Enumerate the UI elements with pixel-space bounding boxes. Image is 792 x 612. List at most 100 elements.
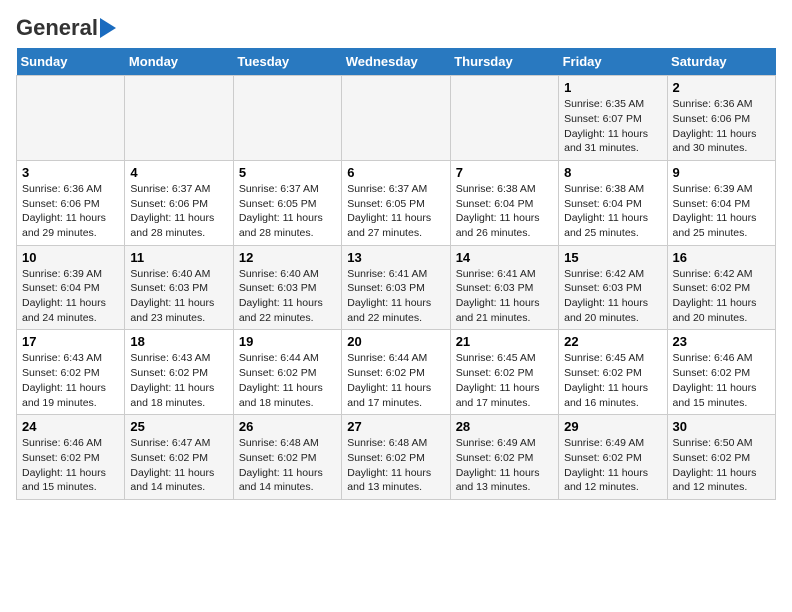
day-number: 7 [456, 165, 553, 180]
calendar-cell: 8Sunrise: 6:38 AMSunset: 6:04 PMDaylight… [559, 160, 667, 245]
day-info: Sunrise: 6:45 AMSunset: 6:02 PMDaylight:… [564, 351, 661, 410]
calendar-header-row: SundayMondayTuesdayWednesdayThursdayFrid… [17, 48, 776, 76]
day-number: 20 [347, 334, 444, 349]
day-number: 30 [673, 419, 770, 434]
day-info: Sunrise: 6:48 AMSunset: 6:02 PMDaylight:… [239, 436, 336, 495]
calendar-cell: 25 Sunrise: 6:47 AMSunset: 6:02 PMDayligh… [125, 415, 233, 500]
calendar-table: SundayMondayTuesdayWednesdayThursdayFrid… [16, 48, 776, 500]
day-info: Sunrise: 6:42 AMSunset: 6:02 PMDaylight:… [673, 267, 770, 326]
calendar-cell: 30Sunrise: 6:50 AMSunset: 6:02 PMDayligh… [667, 415, 775, 500]
day-number: 13 [347, 250, 444, 265]
day-number: 29 [564, 419, 661, 434]
logo-arrow-icon [100, 18, 116, 38]
calendar-cell: 12Sunrise: 6:40 AMSunset: 6:03 PMDayligh… [233, 245, 341, 330]
day-number: 24 [22, 419, 119, 434]
calendar-cell: 19 Sunrise: 6:44 AMSunset: 6:02 PMDayligh… [233, 330, 341, 415]
calendar-cell: 2 Sunrise: 6:36 AMSunset: 6:06 PMDaylight… [667, 76, 775, 161]
day-info: Sunrise: 6:47 AMSunset: 6:02 PMDaylight:… [130, 436, 227, 495]
calendar-cell: 28 Sunrise: 6:49 AMSunset: 6:02 PMDayligh… [450, 415, 558, 500]
calendar-cell [342, 76, 450, 161]
calendar-cell [450, 76, 558, 161]
day-info: Sunrise: 6:36 AMSunset: 6:06 PMDaylight:… [673, 97, 770, 156]
calendar-week-4: 17 Sunrise: 6:43 AMSunset: 6:02 PMDayligh… [17, 330, 776, 415]
calendar-week-1: 1Sunrise: 6:35 AMSunset: 6:07 PMDaylight… [17, 76, 776, 161]
day-info: Sunrise: 6:37 AMSunset: 6:05 PMDaylight:… [347, 182, 444, 241]
day-number: 26 [239, 419, 336, 434]
calendar-cell: 1Sunrise: 6:35 AMSunset: 6:07 PMDaylight… [559, 76, 667, 161]
header-monday: Monday [125, 48, 233, 76]
calendar-cell: 11 Sunrise: 6:40 AMSunset: 6:03 PMDayligh… [125, 245, 233, 330]
day-number: 8 [564, 165, 661, 180]
day-number: 11 [130, 250, 227, 265]
day-number: 9 [673, 165, 770, 180]
calendar-cell: 17 Sunrise: 6:43 AMSunset: 6:02 PMDayligh… [17, 330, 125, 415]
day-number: 19 [239, 334, 336, 349]
day-number: 2 [673, 80, 770, 95]
day-info: Sunrise: 6:48 AMSunset: 6:02 PMDaylight:… [347, 436, 444, 495]
logo: General [16, 16, 116, 40]
day-info: Sunrise: 6:45 AMSunset: 6:02 PMDaylight:… [456, 351, 553, 410]
day-info: Sunrise: 6:39 AMSunset: 6:04 PMDaylight:… [22, 267, 119, 326]
day-number: 3 [22, 165, 119, 180]
day-number: 10 [22, 250, 119, 265]
day-info: Sunrise: 6:41 AMSunset: 6:03 PMDaylight:… [456, 267, 553, 326]
header-saturday: Saturday [667, 48, 775, 76]
calendar-cell: 4 Sunrise: 6:37 AMSunset: 6:06 PMDaylight… [125, 160, 233, 245]
calendar-cell: 7 Sunrise: 6:38 AMSunset: 6:04 PMDaylight… [450, 160, 558, 245]
day-info: Sunrise: 6:43 AMSunset: 6:02 PMDaylight:… [22, 351, 119, 410]
calendar-cell: 21 Sunrise: 6:45 AMSunset: 6:02 PMDayligh… [450, 330, 558, 415]
calendar-cell: 27 Sunrise: 6:48 AMSunset: 6:02 PMDayligh… [342, 415, 450, 500]
calendar-cell: 20 Sunrise: 6:44 AMSunset: 6:02 PMDayligh… [342, 330, 450, 415]
header-sunday: Sunday [17, 48, 125, 76]
day-number: 18 [130, 334, 227, 349]
calendar-week-2: 3 Sunrise: 6:36 AMSunset: 6:06 PMDaylight… [17, 160, 776, 245]
day-number: 12 [239, 250, 336, 265]
day-info: Sunrise: 6:46 AMSunset: 6:02 PMDaylight:… [22, 436, 119, 495]
calendar-cell: 29Sunrise: 6:49 AMSunset: 6:02 PMDayligh… [559, 415, 667, 500]
day-number: 27 [347, 419, 444, 434]
day-info: Sunrise: 6:38 AMSunset: 6:04 PMDaylight:… [456, 182, 553, 241]
day-info: Sunrise: 6:39 AMSunset: 6:04 PMDaylight:… [673, 182, 770, 241]
day-info: Sunrise: 6:44 AMSunset: 6:02 PMDaylight:… [347, 351, 444, 410]
day-info: Sunrise: 6:41 AMSunset: 6:03 PMDaylight:… [347, 267, 444, 326]
day-number: 6 [347, 165, 444, 180]
calendar-cell: 26 Sunrise: 6:48 AMSunset: 6:02 PMDayligh… [233, 415, 341, 500]
calendar-cell [17, 76, 125, 161]
calendar-cell: 6 Sunrise: 6:37 AMSunset: 6:05 PMDaylight… [342, 160, 450, 245]
calendar-cell: 14Sunrise: 6:41 AMSunset: 6:03 PMDayligh… [450, 245, 558, 330]
calendar-cell: 16 Sunrise: 6:42 AMSunset: 6:02 PMDayligh… [667, 245, 775, 330]
day-info: Sunrise: 6:37 AMSunset: 6:06 PMDaylight:… [130, 182, 227, 241]
day-info: Sunrise: 6:46 AMSunset: 6:02 PMDaylight:… [673, 351, 770, 410]
calendar-cell [233, 76, 341, 161]
calendar-cell: 23Sunrise: 6:46 AMSunset: 6:02 PMDayligh… [667, 330, 775, 415]
day-number: 25 [130, 419, 227, 434]
page-header: General [16, 16, 776, 40]
day-number: 21 [456, 334, 553, 349]
header-thursday: Thursday [450, 48, 558, 76]
day-number: 16 [673, 250, 770, 265]
calendar-cell: 3 Sunrise: 6:36 AMSunset: 6:06 PMDaylight… [17, 160, 125, 245]
calendar-week-5: 24 Sunrise: 6:46 AMSunset: 6:02 PMDayligh… [17, 415, 776, 500]
day-number: 28 [456, 419, 553, 434]
header-wednesday: Wednesday [342, 48, 450, 76]
header-friday: Friday [559, 48, 667, 76]
day-info: Sunrise: 6:40 AMSunset: 6:03 PMDaylight:… [130, 267, 227, 326]
day-info: Sunrise: 6:43 AMSunset: 6:02 PMDaylight:… [130, 351, 227, 410]
calendar-cell: 15Sunrise: 6:42 AMSunset: 6:03 PMDayligh… [559, 245, 667, 330]
logo-general: General [16, 16, 98, 40]
calendar-cell: 13 Sunrise: 6:41 AMSunset: 6:03 PMDayligh… [342, 245, 450, 330]
day-info: Sunrise: 6:44 AMSunset: 6:02 PMDaylight:… [239, 351, 336, 410]
day-number: 4 [130, 165, 227, 180]
header-tuesday: Tuesday [233, 48, 341, 76]
calendar-week-3: 10 Sunrise: 6:39 AMSunset: 6:04 PMDayligh… [17, 245, 776, 330]
day-info: Sunrise: 6:36 AMSunset: 6:06 PMDaylight:… [22, 182, 119, 241]
calendar-cell: 22 Sunrise: 6:45 AMSunset: 6:02 PMDayligh… [559, 330, 667, 415]
day-info: Sunrise: 6:49 AMSunset: 6:02 PMDaylight:… [456, 436, 553, 495]
day-number: 5 [239, 165, 336, 180]
day-number: 17 [22, 334, 119, 349]
calendar-cell: 5Sunrise: 6:37 AMSunset: 6:05 PMDaylight… [233, 160, 341, 245]
day-number: 22 [564, 334, 661, 349]
calendar-cell [125, 76, 233, 161]
calendar-cell: 9 Sunrise: 6:39 AMSunset: 6:04 PMDaylight… [667, 160, 775, 245]
day-info: Sunrise: 6:35 AMSunset: 6:07 PMDaylight:… [564, 97, 661, 156]
